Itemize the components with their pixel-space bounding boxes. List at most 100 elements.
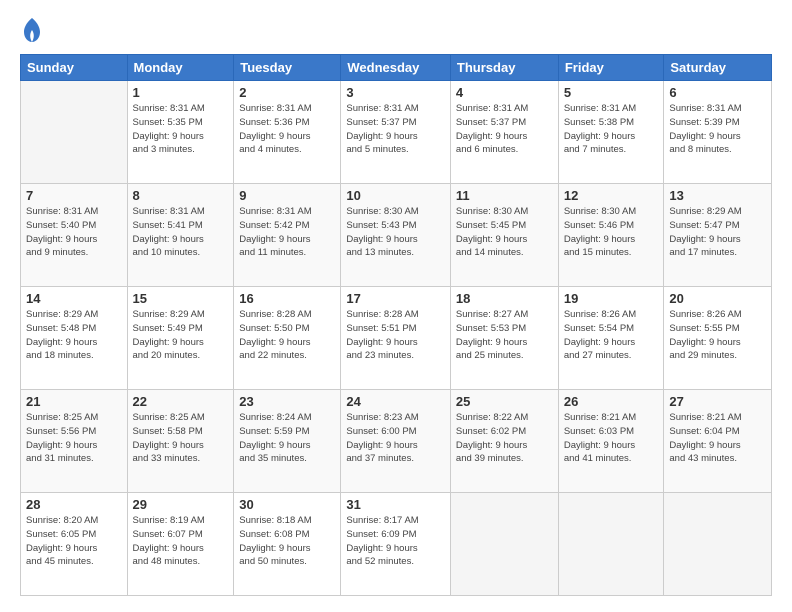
- day-cell: 11 Sunrise: 8:30 AMSunset: 5:45 PMDayligh…: [450, 184, 558, 287]
- day-info: Sunrise: 8:31 AMSunset: 5:37 PMDaylight:…: [346, 102, 445, 157]
- weekday-wednesday: Wednesday: [341, 55, 451, 81]
- day-cell: 30 Sunrise: 8:18 AMSunset: 6:08 PMDayligh…: [234, 493, 341, 596]
- day-cell: [450, 493, 558, 596]
- day-cell: 27 Sunrise: 8:21 AMSunset: 6:04 PMDayligh…: [664, 390, 772, 493]
- day-number: 10: [346, 188, 445, 203]
- week-row-1: 1 Sunrise: 8:31 AMSunset: 5:35 PMDaylight…: [21, 81, 772, 184]
- day-info: Sunrise: 8:30 AMSunset: 5:46 PMDaylight:…: [564, 205, 659, 260]
- weekday-thursday: Thursday: [450, 55, 558, 81]
- day-info: Sunrise: 8:27 AMSunset: 5:53 PMDaylight:…: [456, 308, 553, 363]
- day-info: Sunrise: 8:29 AMSunset: 5:48 PMDaylight:…: [26, 308, 122, 363]
- day-number: 3: [346, 85, 445, 100]
- day-cell: 5 Sunrise: 8:31 AMSunset: 5:38 PMDaylight…: [558, 81, 664, 184]
- day-number: 21: [26, 394, 122, 409]
- day-info: Sunrise: 8:25 AMSunset: 5:56 PMDaylight:…: [26, 411, 122, 466]
- day-number: 24: [346, 394, 445, 409]
- day-number: 22: [133, 394, 229, 409]
- day-info: Sunrise: 8:28 AMSunset: 5:50 PMDaylight:…: [239, 308, 335, 363]
- day-cell: 6 Sunrise: 8:31 AMSunset: 5:39 PMDaylight…: [664, 81, 772, 184]
- header: [20, 16, 772, 44]
- day-cell: 31Sunrise: 8:17 AMSunset: 6:09 PMDayligh…: [341, 493, 451, 596]
- day-number: 29: [133, 497, 229, 512]
- day-cell: 28 Sunrise: 8:20 AMSunset: 6:05 PMDayligh…: [21, 493, 128, 596]
- day-number: 5: [564, 85, 659, 100]
- weekday-saturday: Saturday: [664, 55, 772, 81]
- day-number: 17: [346, 291, 445, 306]
- day-number: 9: [239, 188, 335, 203]
- day-number: 2: [239, 85, 335, 100]
- day-cell: 12Sunrise: 8:30 AMSunset: 5:46 PMDayligh…: [558, 184, 664, 287]
- day-number: 26: [564, 394, 659, 409]
- day-info: Sunrise: 8:29 AMSunset: 5:47 PMDaylight:…: [669, 205, 766, 260]
- day-number: 27: [669, 394, 766, 409]
- day-cell: 24Sunrise: 8:23 AMSunset: 6:00 PMDayligh…: [341, 390, 451, 493]
- week-row-5: 28 Sunrise: 8:20 AMSunset: 6:05 PMDayligh…: [21, 493, 772, 596]
- day-cell: 23 Sunrise: 8:24 AMSunset: 5:59 PMDayligh…: [234, 390, 341, 493]
- day-number: 25: [456, 394, 553, 409]
- day-number: 28: [26, 497, 122, 512]
- day-info: Sunrise: 8:26 AMSunset: 5:54 PMDaylight:…: [564, 308, 659, 363]
- day-cell: [21, 81, 128, 184]
- day-info: Sunrise: 8:28 AMSunset: 5:51 PMDaylight:…: [346, 308, 445, 363]
- day-info: Sunrise: 8:29 AMSunset: 5:49 PMDaylight:…: [133, 308, 229, 363]
- day-cell: 14 Sunrise: 8:29 AMSunset: 5:48 PMDayligh…: [21, 287, 128, 390]
- day-info: Sunrise: 8:31 AMSunset: 5:40 PMDaylight:…: [26, 205, 122, 260]
- day-number: 1: [133, 85, 229, 100]
- weekday-monday: Monday: [127, 55, 234, 81]
- day-number: 13: [669, 188, 766, 203]
- day-cell: 13 Sunrise: 8:29 AMSunset: 5:47 PMDayligh…: [664, 184, 772, 287]
- day-info: Sunrise: 8:31 AMSunset: 5:36 PMDaylight:…: [239, 102, 335, 157]
- day-cell: 29Sunrise: 8:19 AMSunset: 6:07 PMDayligh…: [127, 493, 234, 596]
- week-row-2: 7 Sunrise: 8:31 AMSunset: 5:40 PMDaylight…: [21, 184, 772, 287]
- day-number: 4: [456, 85, 553, 100]
- day-info: Sunrise: 8:17 AMSunset: 6:09 PMDaylight:…: [346, 514, 445, 569]
- day-cell: 18Sunrise: 8:27 AMSunset: 5:53 PMDayligh…: [450, 287, 558, 390]
- day-info: Sunrise: 8:18 AMSunset: 6:08 PMDaylight:…: [239, 514, 335, 569]
- day-info: Sunrise: 8:30 AMSunset: 5:43 PMDaylight:…: [346, 205, 445, 260]
- day-cell: [558, 493, 664, 596]
- day-number: 19: [564, 291, 659, 306]
- calendar-table: SundayMondayTuesdayWednesdayThursdayFrid…: [20, 54, 772, 596]
- day-info: Sunrise: 8:31 AMSunset: 5:42 PMDaylight:…: [239, 205, 335, 260]
- day-number: 23: [239, 394, 335, 409]
- day-cell: 19 Sunrise: 8:26 AMSunset: 5:54 PMDayligh…: [558, 287, 664, 390]
- day-info: Sunrise: 8:20 AMSunset: 6:05 PMDaylight:…: [26, 514, 122, 569]
- day-number: 11: [456, 188, 553, 203]
- day-info: Sunrise: 8:21 AMSunset: 6:04 PMDaylight:…: [669, 411, 766, 466]
- day-cell: 3 Sunrise: 8:31 AMSunset: 5:37 PMDaylight…: [341, 81, 451, 184]
- day-cell: 16Sunrise: 8:28 AMSunset: 5:50 PMDayligh…: [234, 287, 341, 390]
- weekday-tuesday: Tuesday: [234, 55, 341, 81]
- day-info: Sunrise: 8:30 AMSunset: 5:45 PMDaylight:…: [456, 205, 553, 260]
- week-row-4: 21 Sunrise: 8:25 AMSunset: 5:56 PMDayligh…: [21, 390, 772, 493]
- day-info: Sunrise: 8:31 AMSunset: 5:39 PMDaylight:…: [669, 102, 766, 157]
- day-cell: 2 Sunrise: 8:31 AMSunset: 5:36 PMDaylight…: [234, 81, 341, 184]
- day-number: 6: [669, 85, 766, 100]
- day-cell: 1 Sunrise: 8:31 AMSunset: 5:35 PMDaylight…: [127, 81, 234, 184]
- day-number: 14: [26, 291, 122, 306]
- logo: [20, 16, 42, 44]
- day-cell: 26Sunrise: 8:21 AMSunset: 6:03 PMDayligh…: [558, 390, 664, 493]
- day-number: 8: [133, 188, 229, 203]
- day-info: Sunrise: 8:22 AMSunset: 6:02 PMDaylight:…: [456, 411, 553, 466]
- week-row-3: 14 Sunrise: 8:29 AMSunset: 5:48 PMDayligh…: [21, 287, 772, 390]
- day-number: 15: [133, 291, 229, 306]
- day-info: Sunrise: 8:31 AMSunset: 5:38 PMDaylight:…: [564, 102, 659, 157]
- day-info: Sunrise: 8:31 AMSunset: 5:35 PMDaylight:…: [133, 102, 229, 157]
- day-cell: 4 Sunrise: 8:31 AMSunset: 5:37 PMDaylight…: [450, 81, 558, 184]
- day-info: Sunrise: 8:31 AMSunset: 5:41 PMDaylight:…: [133, 205, 229, 260]
- weekday-friday: Friday: [558, 55, 664, 81]
- day-info: Sunrise: 8:31 AMSunset: 5:37 PMDaylight:…: [456, 102, 553, 157]
- day-cell: 8 Sunrise: 8:31 AMSunset: 5:41 PMDaylight…: [127, 184, 234, 287]
- day-info: Sunrise: 8:24 AMSunset: 5:59 PMDaylight:…: [239, 411, 335, 466]
- day-cell: 20Sunrise: 8:26 AMSunset: 5:55 PMDayligh…: [664, 287, 772, 390]
- day-cell: [664, 493, 772, 596]
- day-number: 7: [26, 188, 122, 203]
- day-cell: 7 Sunrise: 8:31 AMSunset: 5:40 PMDaylight…: [21, 184, 128, 287]
- day-cell: 25 Sunrise: 8:22 AMSunset: 6:02 PMDayligh…: [450, 390, 558, 493]
- logo-icon: [22, 16, 42, 44]
- day-number: 30: [239, 497, 335, 512]
- day-info: Sunrise: 8:26 AMSunset: 5:55 PMDaylight:…: [669, 308, 766, 363]
- day-info: Sunrise: 8:25 AMSunset: 5:58 PMDaylight:…: [133, 411, 229, 466]
- day-cell: 10 Sunrise: 8:30 AMSunset: 5:43 PMDayligh…: [341, 184, 451, 287]
- day-cell: 17 Sunrise: 8:28 AMSunset: 5:51 PMDayligh…: [341, 287, 451, 390]
